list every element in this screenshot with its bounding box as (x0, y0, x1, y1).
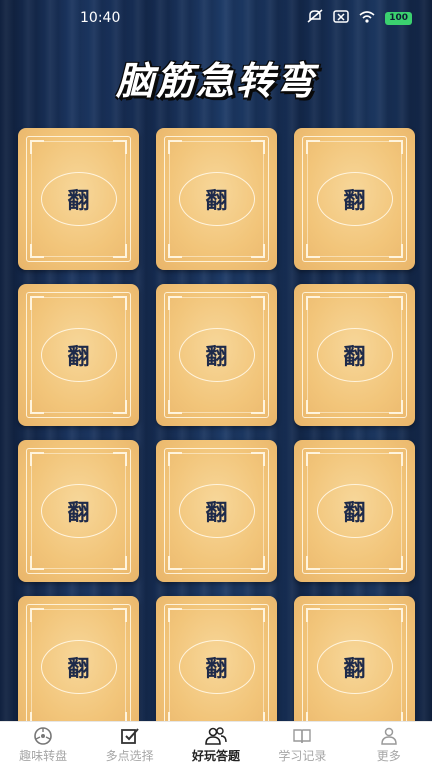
flip-card[interactable]: 翻 (18, 284, 139, 426)
card-medallion: 翻 (316, 640, 393, 694)
flip-card[interactable]: 翻 (294, 440, 415, 582)
card-medallion: 翻 (178, 484, 255, 538)
card-medallion: 翻 (316, 328, 393, 382)
flip-card[interactable]: 翻 (156, 128, 277, 270)
bottom-nav: 趣味转盘 多点选择 好玩答题 学习记录 更多 (0, 721, 432, 768)
nav-label: 趣味转盘 (19, 749, 68, 763)
flip-card[interactable]: 翻 (18, 128, 139, 270)
nav-label: 学习记录 (278, 749, 327, 763)
card-medallion: 翻 (178, 640, 255, 694)
page-title: 脑筋急转弯 (115, 59, 316, 103)
card-medallion: 翻 (178, 328, 255, 382)
card-label: 翻 (343, 657, 366, 682)
flip-card[interactable]: 翻 (294, 596, 415, 738)
card-medallion: 翻 (316, 172, 393, 226)
card-label: 翻 (205, 345, 228, 370)
flip-card[interactable]: 翻 (294, 284, 415, 426)
card-label: 翻 (67, 657, 90, 682)
card-label: 翻 (205, 501, 228, 526)
wheel-icon (33, 726, 53, 746)
checkbox-icon (120, 726, 140, 746)
book-icon (292, 726, 312, 746)
flip-card[interactable]: 翻 (18, 440, 139, 582)
card-grid: 翻 翻 翻 翻 翻 翻 翻 翻 翻 翻 翻 翻 (18, 128, 416, 738)
card-label: 翻 (205, 657, 228, 682)
status-time: 10:40 (80, 10, 121, 26)
card-medallion: 翻 (40, 172, 117, 226)
flip-card[interactable]: 翻 (294, 128, 415, 270)
flip-card[interactable]: 翻 (156, 596, 277, 738)
card-medallion: 翻 (40, 640, 117, 694)
card-label: 翻 (205, 189, 228, 214)
card-medallion: 翻 (178, 172, 255, 226)
flip-card[interactable]: 翻 (156, 440, 277, 582)
flip-card[interactable]: 翻 (18, 596, 139, 738)
nav-item-records[interactable]: 学习记录 (259, 726, 345, 764)
status-icons: 100 (307, 9, 412, 27)
nav-item-more[interactable]: 更多 (346, 726, 432, 764)
card-label: 翻 (67, 501, 90, 526)
nav-item-quiz[interactable]: 好玩答题 (173, 726, 259, 764)
nav-label: 多点选择 (105, 749, 154, 763)
card-medallion: 翻 (40, 484, 117, 538)
card-medallion: 翻 (316, 484, 393, 538)
card-label: 翻 (67, 345, 90, 370)
card-medallion: 翻 (40, 328, 117, 382)
card-label: 翻 (67, 189, 90, 214)
wifi-icon (359, 10, 375, 27)
status-bar: 10:40 100 (0, 0, 432, 36)
nav-item-multi-select[interactable]: 多点选择 (87, 726, 173, 764)
nav-label: 好玩答题 (191, 749, 240, 763)
card-label: 翻 (343, 501, 366, 526)
battery-indicator: 100 (385, 11, 412, 25)
nav-item-wheel[interactable]: 趣味转盘 (0, 726, 86, 764)
card-label: 翻 (343, 189, 366, 214)
users-icon (204, 726, 228, 746)
flip-card[interactable]: 翻 (156, 284, 277, 426)
no-sim-icon (333, 9, 349, 27)
person-icon (379, 726, 399, 746)
nav-label: 更多 (376, 749, 401, 763)
mute-icon (307, 9, 323, 27)
card-label: 翻 (343, 345, 366, 370)
